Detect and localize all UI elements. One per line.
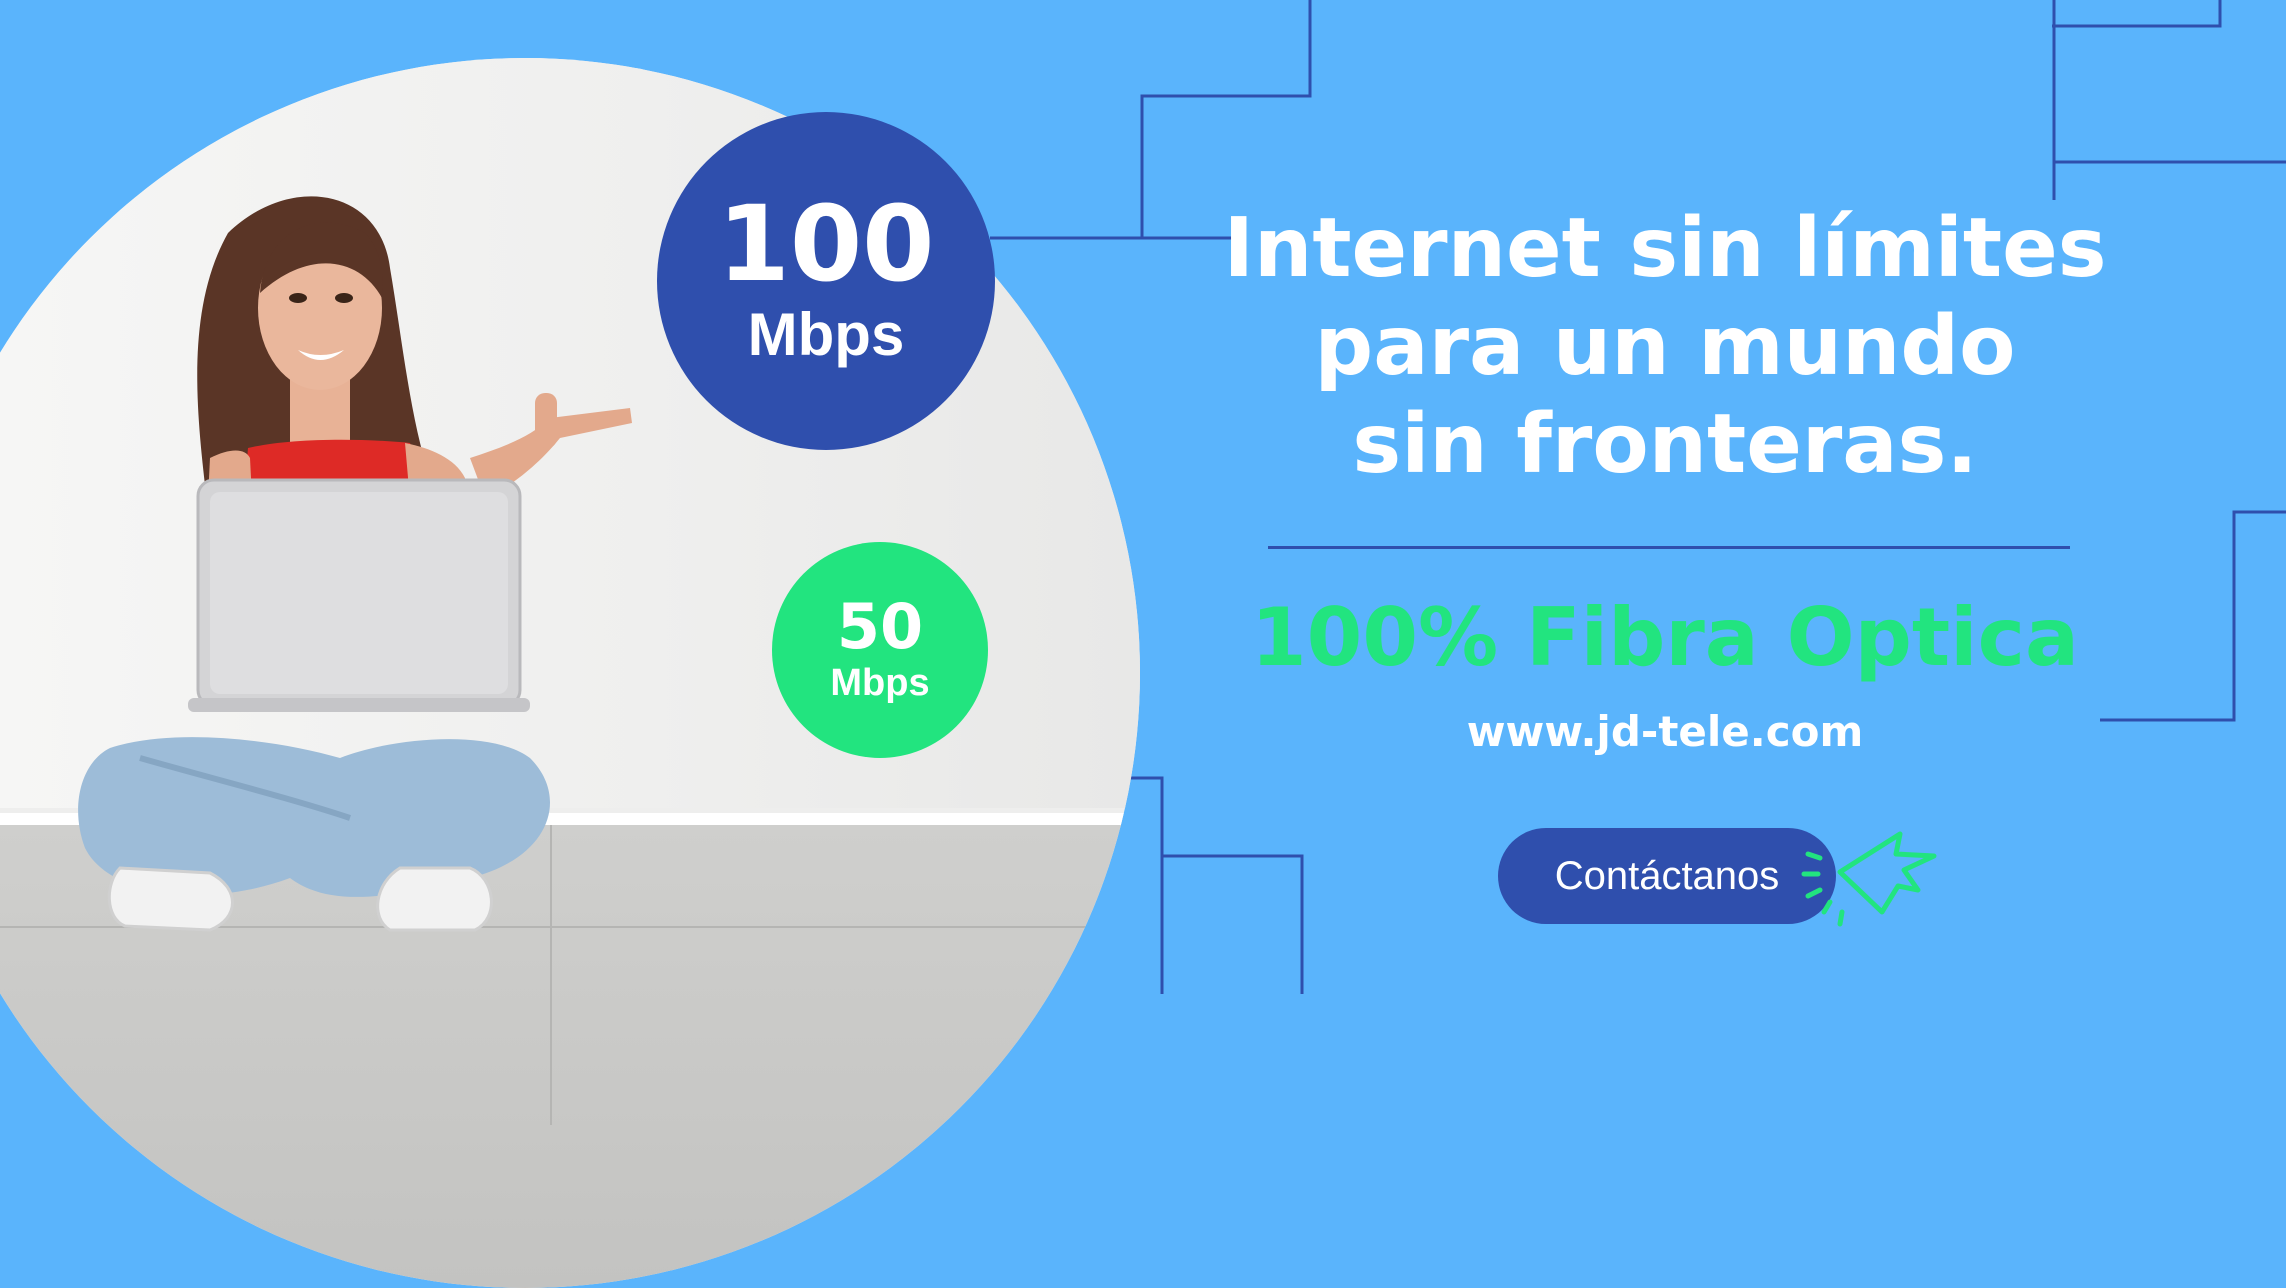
headline-line-1: Internet sin límites <box>1223 201 2107 296</box>
speed-badge-100: 100 Mbps <box>657 112 995 450</box>
headline-line-2: para un mundo <box>1314 299 2016 394</box>
website-link[interactable]: www.jd-tele.com <box>1180 706 2150 758</box>
speed-badge-unit: Mbps <box>830 662 930 704</box>
divider <box>1268 546 2070 549</box>
speed-badge-unit: Mbps <box>747 301 905 368</box>
click-cursor-icon <box>1801 831 1937 927</box>
speed-badge-50: 50 Mbps <box>772 542 988 758</box>
headline: Internet sin límites para un mundo sin f… <box>1180 200 2150 494</box>
contact-button[interactable]: Contáctanos <box>1498 828 1836 924</box>
speed-badge-value: 50 <box>836 590 924 663</box>
speed-badge-value: 100 <box>717 183 935 305</box>
headline-line-3: sin fronteras. <box>1352 397 1978 492</box>
fiber-tagline: 100% Fibra Optica <box>1251 591 2079 684</box>
